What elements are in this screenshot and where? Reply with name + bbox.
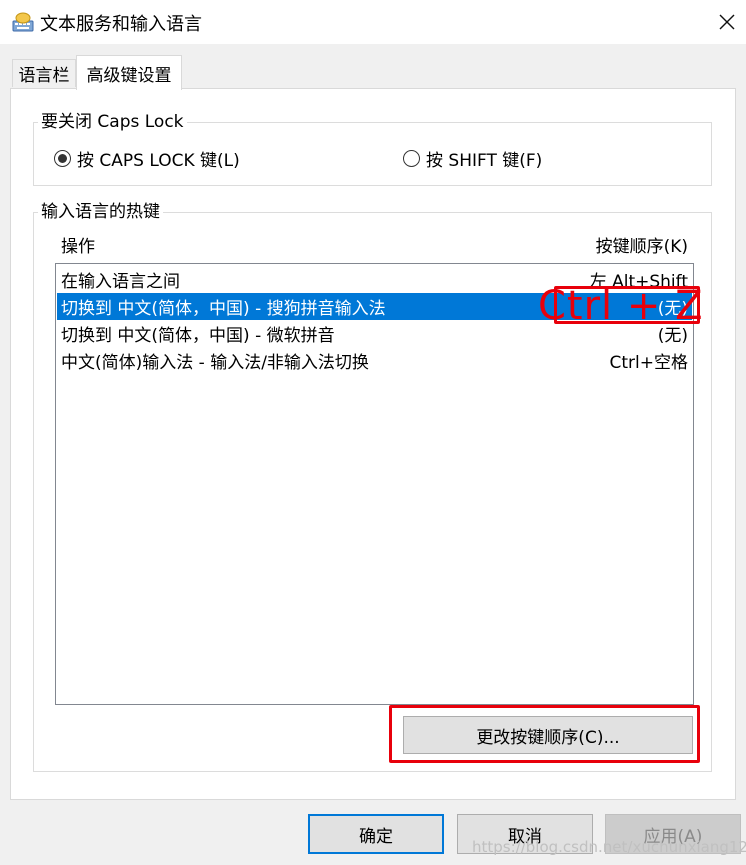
- watermark: https://blog.csdn.net/xuchunxiang123: [472, 838, 746, 856]
- radio-shift-key[interactable]: 按 SHIFT 键(F): [403, 146, 542, 171]
- keyboard-icon: [12, 12, 34, 32]
- tab-advanced-key-settings[interactable]: 高级键设置: [76, 55, 182, 90]
- change-key-sequence-button[interactable]: 更改按键顺序(C)...: [403, 716, 693, 754]
- button-label: 确定: [359, 826, 393, 847]
- radio-caps-lock-key[interactable]: 按 CAPS LOCK 键(L): [54, 146, 240, 171]
- row-action: 在输入语言之间: [61, 272, 180, 292]
- ok-button[interactable]: 确定: [308, 814, 444, 854]
- tab-language-bar[interactable]: 语言栏: [12, 59, 76, 87]
- row-action: 切换到 中文(简体，中国) - 搜狗拼音输入法: [61, 299, 386, 319]
- window-title: 文本服务和输入语言: [40, 14, 202, 35]
- radio-label: 按 CAPS LOCK 键(L): [77, 151, 240, 171]
- close-icon[interactable]: [710, 6, 744, 38]
- row-action: 中文(简体)输入法 - 输入法/非输入法切换: [61, 353, 369, 373]
- list-item[interactable]: 中文(简体)输入法 - 输入法/非输入法切换 Ctrl+空格: [57, 347, 692, 374]
- radio-label: 按 SHIFT 键(F): [426, 151, 543, 171]
- tab-label: 高级键设置: [86, 65, 172, 86]
- tab-label: 语言栏: [18, 66, 70, 86]
- caps-lock-group-title: 要关闭 Caps Lock: [38, 112, 187, 132]
- hotkey-list[interactable]: 在输入语言之间 左 Alt+Shift 切换到 中文(简体，中国) - 搜狗拼音…: [55, 263, 694, 705]
- annotation-text: Ctrl + Z: [538, 283, 704, 329]
- column-header-key-sequence: 按键顺序(K): [595, 237, 688, 257]
- column-header-action: 操作: [61, 237, 95, 257]
- row-sequence: Ctrl+空格: [609, 353, 689, 373]
- radio-button[interactable]: [403, 150, 420, 167]
- button-label: 更改按键顺序(C)...: [476, 727, 620, 748]
- radio-button[interactable]: [54, 150, 71, 167]
- hotkeys-group-title: 输入语言的热键: [38, 202, 163, 222]
- row-action: 切换到 中文(简体，中国) - 微软拼音: [61, 326, 335, 346]
